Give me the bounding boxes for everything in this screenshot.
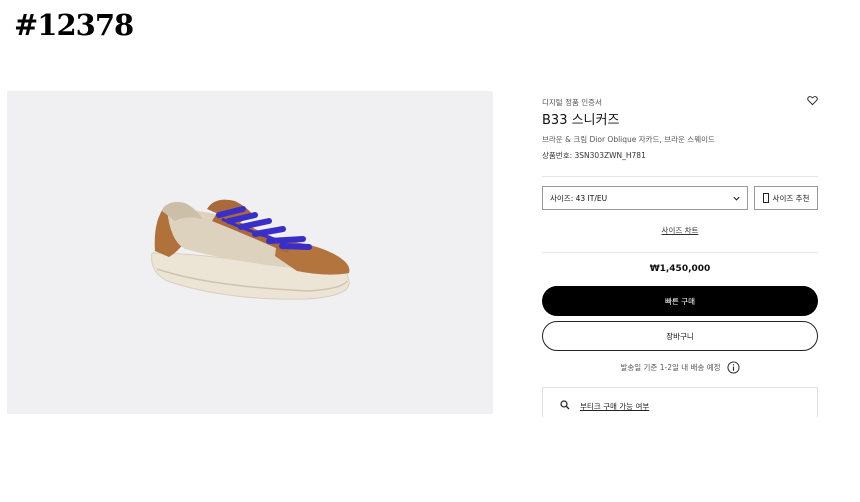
chevron-down-icon <box>733 196 740 201</box>
boutique-availability-link[interactable]: 부티크 구매 가능 여부 <box>580 401 649 412</box>
search-icon <box>560 400 570 410</box>
product-price: ₩1,450,000 <box>649 264 711 274</box>
shipping-note-text: 발송일 기준 1-2일 내 배송 예정 <box>620 363 721 372</box>
size-recommend-button[interactable]: 사이즈 추천 <box>754 186 818 210</box>
size-select[interactable]: 사이즈: 43 IT/EU <box>542 186 748 210</box>
buy-now-button[interactable]: 빠른 구매 <box>542 286 818 316</box>
product-info-panel: 디지털 정품 인증서 B33 스니커즈 브라운 & 크림 Dior Obliqu… <box>542 91 818 417</box>
product-title: B33 스니커즈 <box>542 113 620 128</box>
heart-icon[interactable] <box>807 95 818 106</box>
product-description: 브라운 & 크림 Dior Oblique 자카드, 브라운 스웨이드 <box>542 135 715 144</box>
divider <box>542 252 818 253</box>
boutique-availability[interactable]: 부티크 구매 가능 여부 <box>542 387 818 417</box>
info-icon[interactable] <box>726 361 740 374</box>
digital-certificate-label: 디지털 정품 인증서 <box>542 98 602 107</box>
size-chart-link[interactable]: 사이즈 차트 <box>542 225 818 236</box>
size-recommend-label: 사이즈 추천 <box>772 193 810 203</box>
shipping-note: 발송일 기준 1-2일 내 배송 예정 <box>542 361 818 374</box>
size-select-label: 사이즈: 43 IT/EU <box>550 193 608 203</box>
post-number: #12378 <box>14 8 134 42</box>
sneaker-illustration <box>151 199 350 300</box>
product-code: 상품번호: 3SN303ZWN_H781 <box>542 151 646 160</box>
ruler-icon <box>762 193 769 203</box>
divider <box>542 176 818 177</box>
add-to-cart-button[interactable]: 장바구니 <box>542 321 818 351</box>
product-image <box>7 91 493 414</box>
